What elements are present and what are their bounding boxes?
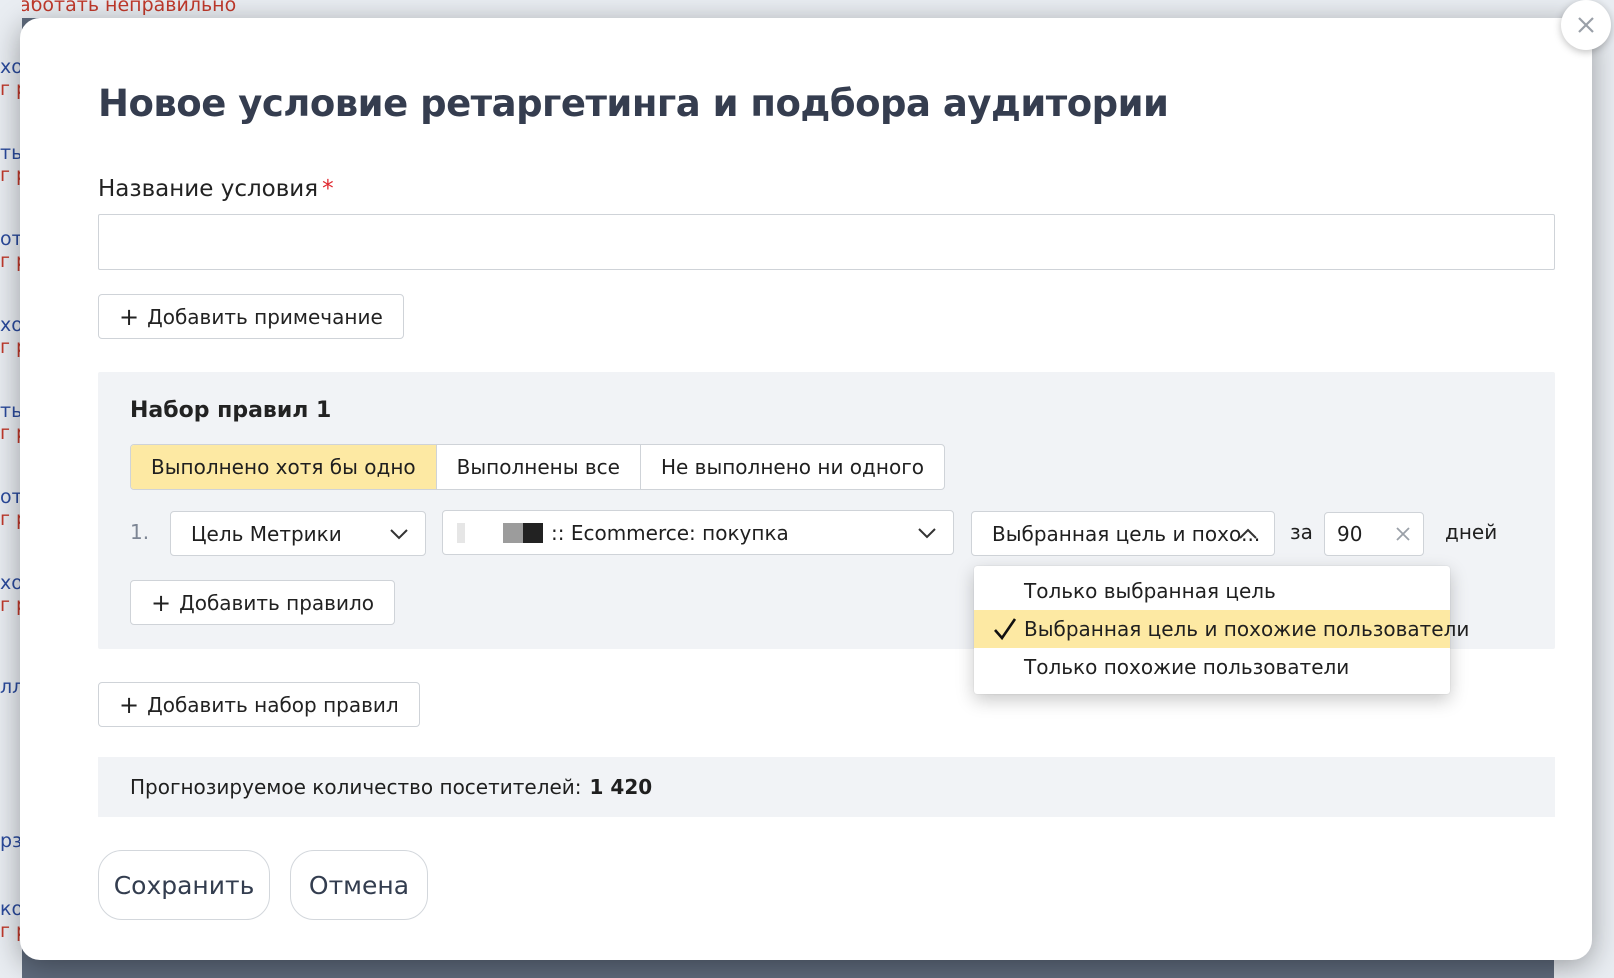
add-rule-button[interactable]: + Добавить правило: [130, 580, 395, 625]
background-fragment: ког р: [0, 898, 22, 942]
period-prefix: за: [1290, 520, 1313, 544]
background-fragment: хог р: [0, 314, 22, 358]
background-fragment: тыг р: [0, 400, 22, 444]
period-suffix: дней: [1445, 520, 1498, 544]
retargeting-condition-modal: Новое условие ретаргетинга и подбора ауд…: [20, 18, 1592, 960]
clear-icon[interactable]: [1395, 526, 1411, 542]
forecast-value: 1 420: [589, 775, 653, 799]
chevron-up-icon: [1238, 528, 1258, 540]
background-page-left: хог р тыг р отг р хог р тыг р отг р хог …: [0, 0, 22, 978]
ruleset-mode-selector: Выполнено хотя бы одно Выполнены все Не …: [130, 444, 945, 490]
menu-item-only-selected-goal[interactable]: Только выбранная цель: [974, 572, 1450, 610]
background-text: работать неправильно: [22, 0, 237, 16]
save-button[interactable]: Сохранить: [98, 850, 270, 920]
days-value: 90: [1337, 522, 1363, 546]
audience-value: Выбранная цель и похо...: [992, 521, 1261, 546]
add-ruleset-label: Добавить набор правил: [147, 692, 399, 717]
menu-item-only-similar-users[interactable]: Только похожие пользователи: [974, 648, 1450, 686]
add-rule-label: Добавить правило: [179, 590, 374, 615]
close-button[interactable]: [1561, 0, 1611, 50]
ruleset-title: Набор правил 1: [130, 398, 332, 423]
background-fragment: хог р: [0, 572, 22, 616]
forecast-panel: Прогнозируемое количество посетителей: 1…: [98, 757, 1555, 817]
check-icon: [992, 617, 1018, 641]
plus-icon: +: [119, 690, 140, 719]
chevron-down-icon: [917, 527, 937, 539]
menu-item-goal-and-similar[interactable]: Выбранная цель и похожие пользователи: [974, 610, 1469, 648]
redacted-counter-block: [457, 522, 465, 543]
audience-options-menu: Только выбранная цель Выбранная цель и п…: [974, 566, 1469, 694]
forecast-label: Прогнозируемое количество посетителей:: [130, 775, 582, 799]
background-page-top: работать неправильно: [22, 0, 1582, 18]
condition-name-label: Название условия *: [98, 176, 334, 202]
cancel-button[interactable]: Отмена: [290, 850, 428, 920]
background-fragment: рз: [0, 830, 22, 852]
mode-all[interactable]: Выполнены все: [437, 445, 641, 489]
redacted-counter-block: [503, 522, 523, 543]
plus-icon: +: [151, 588, 172, 617]
close-icon: [1576, 15, 1596, 35]
plus-icon: +: [119, 302, 140, 331]
days-input[interactable]: 90: [1324, 512, 1424, 556]
chevron-down-icon: [389, 528, 409, 540]
audience-select[interactable]: Выбранная цель и похо...: [971, 511, 1275, 556]
add-note-label: Добавить примечание: [147, 304, 383, 329]
background-fragment: хог р: [0, 56, 22, 100]
condition-name-input[interactable]: [98, 214, 1555, 270]
mode-none[interactable]: Не выполнено ни одного: [641, 445, 944, 489]
add-ruleset-button[interactable]: + Добавить набор правил: [98, 682, 420, 727]
background-fragment: тыг р: [0, 142, 22, 186]
background-fragment: отг р: [0, 228, 22, 272]
rule-number: 1.: [130, 520, 150, 544]
goal-select[interactable]: :: Ecommerce: покупка: [442, 510, 954, 555]
add-note-button[interactable]: + Добавить примечание: [98, 294, 404, 339]
background-fragment: лл: [0, 676, 22, 698]
redacted-counter-block: [523, 522, 543, 543]
required-mark: *: [322, 176, 334, 202]
background-fragment: отг р: [0, 486, 22, 530]
modal-title: Новое условие ретаргетинга и подбора ауд…: [98, 82, 1169, 125]
mode-any[interactable]: Выполнено хотя бы одно: [131, 445, 437, 489]
rule-type-value: Цель Метрики: [191, 521, 342, 546]
rule-type-select[interactable]: Цель Метрики: [170, 511, 426, 556]
goal-value: :: Ecommerce: покупка: [551, 520, 789, 545]
